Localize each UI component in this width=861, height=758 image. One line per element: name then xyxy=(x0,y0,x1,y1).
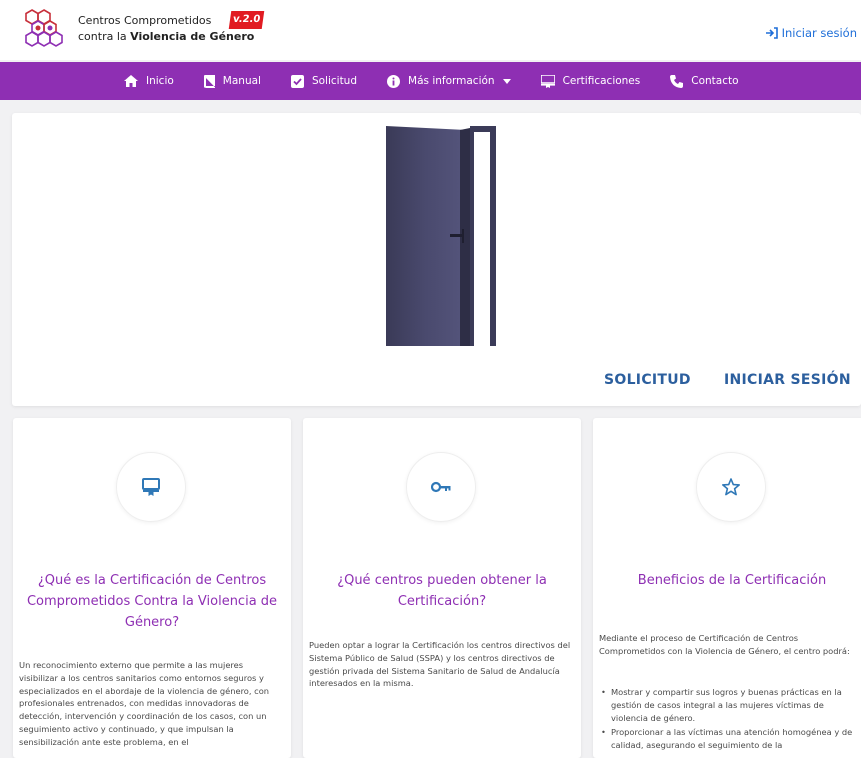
brand-line2-prefix: contra la xyxy=(78,30,131,43)
login-link[interactable]: Iniciar sesión xyxy=(765,26,857,40)
hero-panel: SOLICITUD INICIAR SESIÓN xyxy=(12,113,861,406)
nav-item-contacto[interactable]: Contacto xyxy=(670,74,739,88)
top-header: Centros Comprometidos contra la Violenci… xyxy=(0,0,861,60)
login-label: Iniciar sesión xyxy=(781,26,857,40)
card-title: ¿Qué centros pueden obtener la Certifica… xyxy=(337,573,547,609)
card-que-es: ¿Qué es la Certificación de Centros Comp… xyxy=(13,418,291,758)
home-icon xyxy=(124,75,138,87)
card-beneficios: Beneficios de la Certificación Mediante … xyxy=(593,418,861,758)
brand-line2-bold: Violencia de Género xyxy=(130,30,255,43)
checkbox-icon xyxy=(290,74,304,88)
card-title: Beneficios de la Certificación xyxy=(637,573,827,588)
card-icon-circle xyxy=(116,452,186,522)
nav-item-manual[interactable]: Manual xyxy=(203,74,261,88)
certificate-icon xyxy=(540,74,555,88)
card-icon-circle xyxy=(696,452,766,522)
brand-name-line2: contra la Violencia de Género xyxy=(78,30,254,43)
info-icon xyxy=(387,74,401,88)
logo[interactable] xyxy=(22,8,72,52)
star-icon xyxy=(722,478,740,496)
key-icon xyxy=(431,481,451,493)
card-text: Un reconocimiento externo que permite a … xyxy=(19,660,270,747)
nav-label: Contacto xyxy=(691,75,739,87)
card-text: Mediante el proceso de Certificación de … xyxy=(599,633,850,656)
nav-label: Más información xyxy=(408,75,495,87)
version-badge: v.2.0 xyxy=(228,11,265,29)
chevron-down-icon xyxy=(502,78,511,84)
certificate-icon xyxy=(142,478,160,496)
card-que-centros: ¿Qué centros pueden obtener la Certifica… xyxy=(303,418,581,758)
card-icon-circle xyxy=(406,452,476,522)
login-icon xyxy=(765,27,778,39)
card-title: ¿Qué es la Certificación de Centros Comp… xyxy=(26,573,278,630)
list-item: Proporcionar a las víctimas una atención… xyxy=(599,726,861,752)
brand-name-line1: Centros Comprometidos xyxy=(78,14,212,27)
benefits-list: Mostrar y compartir sus logros y buenas … xyxy=(599,686,861,754)
nav-label: Certificaciones xyxy=(562,75,641,87)
nav-item-mas-informacion[interactable]: Más información xyxy=(387,74,511,88)
nav-item-solicitud[interactable]: Solicitud xyxy=(290,74,358,88)
nav-label: Solicitud xyxy=(311,75,358,87)
list-item: Mostrar y compartir sus logros y buenas … xyxy=(599,686,861,724)
phone-icon xyxy=(670,74,684,88)
iniciar-sesion-button[interactable]: INICIAR SESIÓN xyxy=(724,372,851,388)
book-icon xyxy=(203,74,215,88)
card-text: Pueden optar a lograr la Certificación l… xyxy=(309,640,571,689)
solicitud-button[interactable]: SOLICITUD xyxy=(604,372,691,388)
nav-item-certificaciones[interactable]: Certificaciones xyxy=(540,74,641,88)
nav-label: Inicio xyxy=(146,75,174,87)
nav-item-inicio[interactable]: Inicio xyxy=(124,75,174,87)
nav-label: Manual xyxy=(222,75,261,87)
main-nav: Inicio Manual Solicitud Más información … xyxy=(0,62,861,100)
door-illustration xyxy=(386,126,496,346)
